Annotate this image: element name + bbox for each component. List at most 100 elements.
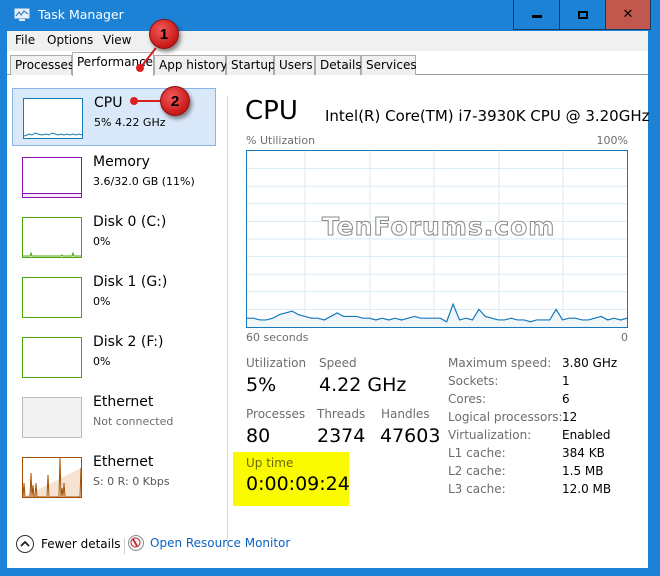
- spec-label: L2 cache:: [448, 464, 506, 478]
- tab-users[interactable]: Users: [274, 55, 315, 75]
- tab-processes[interactable]: Processes: [10, 55, 74, 75]
- resource-name: Disk 0 (C:): [93, 214, 167, 230]
- processes-label: Processes: [246, 407, 306, 421]
- resource-detail: 3.6/32.0 GB (11%): [93, 175, 195, 188]
- open-resource-monitor-link[interactable]: Open Resource Monitor: [128, 535, 290, 551]
- spec-label: Virtualization:: [448, 428, 532, 442]
- spec-label: L1 cache:: [448, 446, 506, 460]
- cpu-utilization-graph: TenForums.com: [246, 150, 628, 328]
- open-resource-monitor-label: Open Resource Monitor: [150, 536, 291, 550]
- footer-separator: [124, 538, 125, 554]
- resource-memory[interactable]: Memory 3.6/32.0 GB (11%): [12, 148, 216, 206]
- resource-name: CPU: [94, 95, 123, 111]
- resource-detail: 0%: [93, 235, 111, 248]
- spec-value: 1: [562, 374, 570, 388]
- spec-label: Sockets:: [448, 374, 499, 388]
- utilization-value: 5%: [246, 374, 277, 396]
- callout-1: 1: [149, 19, 179, 49]
- menu-options[interactable]: Options: [47, 33, 93, 47]
- resource-name: Disk 2 (F:): [93, 334, 164, 350]
- spec-label: Cores:: [448, 392, 487, 406]
- speed-label: Speed: [319, 356, 357, 370]
- threads-value: 2374: [317, 425, 366, 447]
- task-manager-window: Task Manager ✕ File Options View Process…: [0, 0, 660, 576]
- resource-name: Disk 1 (G:): [93, 274, 168, 290]
- cpu-thumbnail: [23, 98, 83, 139]
- ethernet-disconnected-thumbnail: [22, 397, 82, 438]
- spec-value: 1.5 MB: [562, 464, 604, 478]
- spec-label: Maximum speed:: [448, 356, 552, 370]
- task-manager-app-icon: [14, 8, 30, 21]
- resource-disk-1[interactable]: Disk 1 (G:) 0%: [12, 268, 216, 326]
- tab-bar: Processes Performance App history Startu…: [7, 51, 648, 76]
- client-area: File Options View Processes Performance …: [7, 31, 650, 568]
- resource-detail: S: 0 R: 0 Kbps: [93, 475, 170, 488]
- footer: Fewer details Open Resource Monitor: [7, 526, 648, 568]
- chevron-up-icon: [16, 535, 34, 553]
- memory-thumbnail: [22, 157, 82, 198]
- resource-disk-2[interactable]: Disk 2 (F:) 0%: [12, 328, 216, 386]
- tab-startup[interactable]: Startup: [226, 55, 276, 75]
- resource-detail: 5% 4.22 GHz: [94, 116, 166, 129]
- disk-0-thumbnail-line: [23, 251, 81, 257]
- cpu-detail-panel: CPU Intel(R) Core(TM) i7-3930K CPU @ 3.2…: [233, 76, 650, 506]
- spec-value: 12.0 MB: [562, 482, 612, 496]
- fewer-details-button[interactable]: Fewer details: [16, 535, 121, 553]
- graph-y-label: % Utilization: [246, 134, 316, 147]
- maximize-button[interactable]: [559, 0, 605, 30]
- handles-label: Handles: [381, 407, 430, 421]
- spec-label: Logical processors:: [448, 410, 563, 424]
- handles-value: 47603: [380, 425, 441, 447]
- minimize-button[interactable]: [513, 0, 559, 30]
- window-title: Task Manager: [38, 7, 124, 22]
- disk-0-thumbnail-graph: [23, 251, 81, 257]
- cpu-thumbnail-line: [24, 132, 82, 137]
- uptime-value: 0:00:09:24: [246, 473, 350, 495]
- menu-file[interactable]: File: [15, 33, 35, 47]
- fewer-details-label: Fewer details: [41, 537, 121, 551]
- maximize-icon: [577, 10, 588, 19]
- cpu-model: Intel(R) Core(TM) i7-3930K CPU @ 3.20GHz: [325, 107, 650, 125]
- resource-detail: 0%: [93, 295, 111, 308]
- close-icon: ✕: [622, 7, 634, 22]
- spec-value: 384 KB: [562, 446, 605, 460]
- resource-name: Ethernet: [93, 454, 154, 470]
- speed-value: 4.22 GHz: [319, 374, 407, 396]
- cpu-title: CPU: [245, 96, 298, 126]
- minimize-icon: [531, 15, 542, 18]
- resource-ethernet[interactable]: Ethernet S: 0 R: 0 Kbps: [12, 448, 216, 506]
- resource-name: Memory: [93, 154, 150, 170]
- watermark: TenForums.com: [321, 212, 556, 242]
- graph-y-max-label: 100%: [596, 134, 628, 147]
- tab-details[interactable]: Details: [315, 55, 362, 75]
- spec-value: 6: [562, 392, 570, 406]
- memory-thumbnail-fill: [23, 193, 81, 197]
- threads-label: Threads: [317, 407, 366, 421]
- disk-0-thumbnail: [22, 217, 82, 258]
- spec-value: Enabled: [562, 428, 611, 442]
- resource-detail: 0%: [93, 355, 111, 368]
- ethernet-thumbnail: [22, 457, 82, 498]
- disk-2-thumbnail: [22, 337, 82, 378]
- cpu-thumbnail-graph: [24, 132, 82, 137]
- disk-1-thumbnail: [22, 277, 82, 318]
- title-bar[interactable]: Task Manager ✕: [0, 0, 660, 31]
- close-button[interactable]: ✕: [605, 0, 651, 30]
- graph-x-right-label: 0: [621, 331, 628, 344]
- menu-bar: File Options View: [7, 31, 648, 51]
- resource-ethernet-disconnected[interactable]: Ethernet Not connected: [12, 388, 216, 446]
- callout-2: 2: [160, 86, 190, 116]
- spec-value: 12: [562, 410, 578, 424]
- resource-monitor-icon: [128, 535, 144, 551]
- tab-services[interactable]: Services: [361, 55, 417, 75]
- processes-value: 80: [246, 425, 271, 447]
- tab-app-history[interactable]: App history: [154, 55, 228, 75]
- menu-view[interactable]: View: [103, 33, 131, 47]
- resource-name: Ethernet: [93, 394, 154, 410]
- resource-disk-0[interactable]: Disk 0 (C:) 0%: [12, 208, 216, 266]
- panel-divider[interactable]: [227, 96, 228, 551]
- spec-value: 3.80 GHz: [562, 356, 618, 370]
- uptime-label: Up time: [246, 456, 294, 470]
- callout-2-line: [136, 100, 161, 102]
- utilization-label: Utilization: [246, 356, 307, 370]
